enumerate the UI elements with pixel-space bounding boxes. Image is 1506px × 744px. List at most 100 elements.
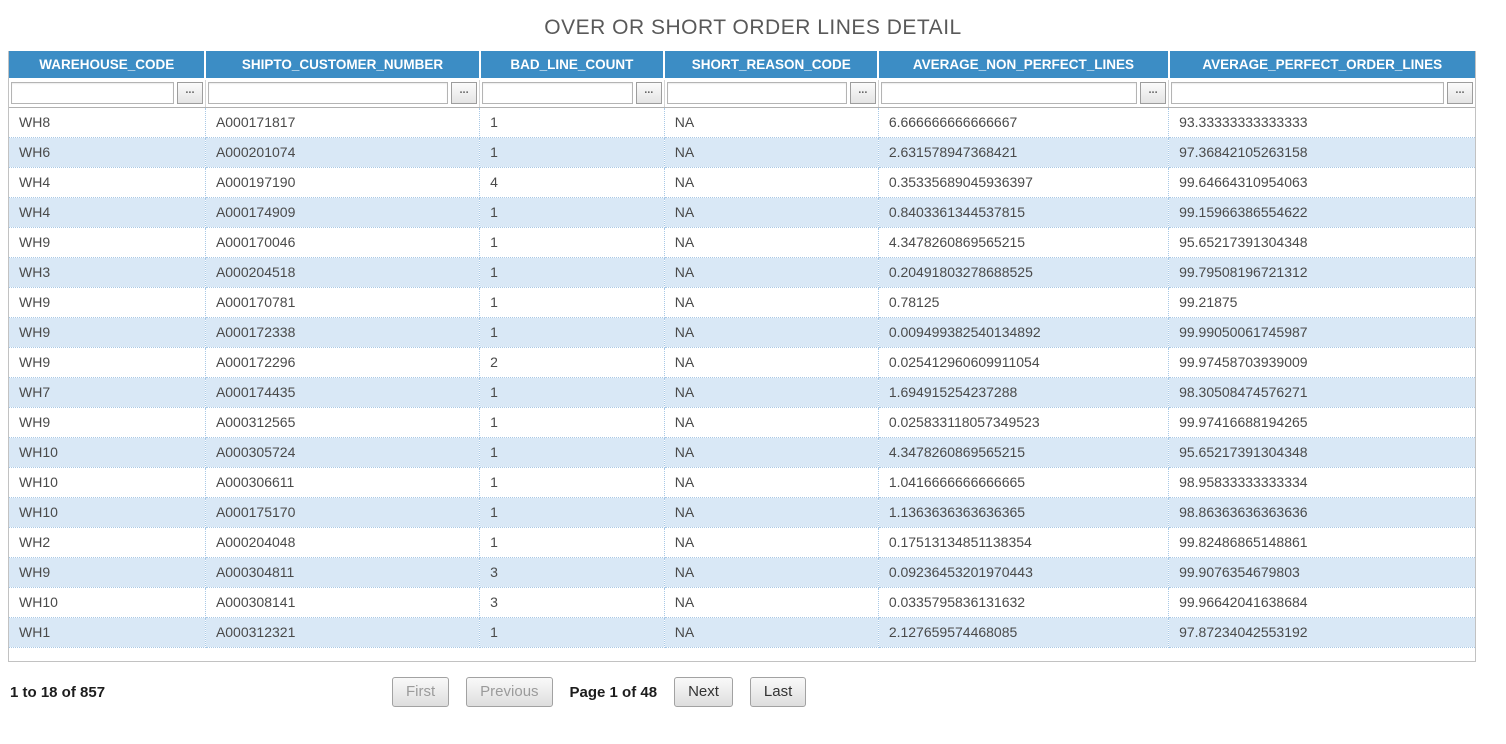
cell-warehouse_code: WH10 [9,498,205,528]
table-row: WH2A0002040481NA0.1751313485113835499.82… [9,528,1475,558]
cell-average_non_perfect_lines: 0.17513134851138354 [878,528,1168,558]
filter-cell-average_non_perfect_lines: ... [878,79,1168,108]
table-row: WH9A0001700461NA4.347826086956521595.652… [9,228,1475,258]
cell-average_perfect_order_lines: 99.15966386554622 [1169,198,1475,228]
cell-shipto_customer_number: A000172296 [205,348,479,378]
filter-options-button[interactable]: ... [1447,82,1473,104]
cell-bad_line_count: 4 [480,168,665,198]
cell-average_perfect_order_lines: 93.33333333333333 [1169,108,1475,138]
cell-warehouse_code: WH10 [9,468,205,498]
cell-short_reason_code: NA [664,408,878,438]
cell-bad_line_count: 3 [480,588,665,618]
cell-bad_line_count: 1 [480,108,665,138]
filter-cell-warehouse_code: ... [9,79,205,108]
filter-input-average_non_perfect_lines[interactable] [881,82,1137,104]
filter-input-warehouse_code[interactable] [11,82,174,104]
cell-average_non_perfect_lines: 0.009499382540134892 [878,318,1168,348]
page-indicator: Page 1 of 48 [570,684,658,701]
first-page-button[interactable]: First [392,677,449,707]
cell-shipto_customer_number: A000171817 [205,108,479,138]
filter-input-short_reason_code[interactable] [667,82,847,104]
cell-shipto_customer_number: A000312321 [205,618,479,648]
cell-short_reason_code: NA [664,468,878,498]
cell-short_reason_code: NA [664,438,878,468]
table-row: WH10A0003066111NA1.041666666666666598.95… [9,468,1475,498]
cell-average_perfect_order_lines: 97.36842105263158 [1169,138,1475,168]
record-range-label: 1 to 18 of 857 [10,684,392,701]
filter-cell-shipto_customer_number: ... [205,79,479,108]
table-body: WH8A0001718171NA6.66666666666666793.3333… [9,108,1475,648]
filter-cell-bad_line_count: ... [480,79,665,108]
filter-cell-average_perfect_order_lines: ... [1169,79,1475,108]
filter-options-button[interactable]: ... [636,82,662,104]
next-page-button[interactable]: Next [674,677,733,707]
table-row: WH9A0001723381NA0.00949938254013489299.9… [9,318,1475,348]
column-header-shipto_customer_number[interactable]: SHIPTO_CUSTOMER_NUMBER [205,51,479,79]
cell-average_perfect_order_lines: 98.86363636363636 [1169,498,1475,528]
cell-shipto_customer_number: A000197190 [205,168,479,198]
cell-shipto_customer_number: A000204518 [205,258,479,288]
cell-average_non_perfect_lines: 2.127659574468085 [878,618,1168,648]
table-row: WH8A0001718171NA6.66666666666666793.3333… [9,108,1475,138]
cell-bad_line_count: 1 [480,438,665,468]
cell-average_perfect_order_lines: 99.79508196721312 [1169,258,1475,288]
cell-short_reason_code: NA [664,588,878,618]
cell-warehouse_code: WH2 [9,528,205,558]
filter-options-button[interactable]: ... [850,82,876,104]
cell-shipto_customer_number: A000174909 [205,198,479,228]
cell-warehouse_code: WH10 [9,438,205,468]
column-header-average_perfect_order_lines[interactable]: AVERAGE_PERFECT_ORDER_LINES [1169,51,1475,79]
cell-warehouse_code: WH9 [9,228,205,258]
cell-warehouse_code: WH8 [9,108,205,138]
cell-short_reason_code: NA [664,558,878,588]
cell-average_non_perfect_lines: 1.1363636363636365 [878,498,1168,528]
filter-input-average_perfect_order_lines[interactable] [1171,82,1444,104]
cell-warehouse_code: WH7 [9,378,205,408]
cell-bad_line_count: 1 [480,198,665,228]
cell-warehouse_code: WH9 [9,408,205,438]
cell-shipto_customer_number: A000174435 [205,378,479,408]
cell-average_perfect_order_lines: 99.21875 [1169,288,1475,318]
cell-bad_line_count: 1 [480,468,665,498]
cell-average_non_perfect_lines: 6.666666666666667 [878,108,1168,138]
column-header-warehouse_code[interactable]: WAREHOUSE_CODE [9,51,205,79]
filter-options-button[interactable]: ... [1140,82,1166,104]
cell-short_reason_code: NA [664,258,878,288]
filter-options-button[interactable]: ... [451,82,477,104]
header-row: WAREHOUSE_CODESHIPTO_CUSTOMER_NUMBERBAD_… [9,51,1475,79]
cell-average_non_perfect_lines: 1.694915254237288 [878,378,1168,408]
cell-bad_line_count: 1 [480,318,665,348]
data-grid-container: WAREHOUSE_CODESHIPTO_CUSTOMER_NUMBERBAD_… [8,51,1476,662]
column-header-short_reason_code[interactable]: SHORT_REASON_CODE [664,51,878,79]
table-row: WH3A0002045181NA0.2049180327868852599.79… [9,258,1475,288]
filter-input-shipto_customer_number[interactable] [208,82,448,104]
cell-bad_line_count: 2 [480,348,665,378]
table-row: WH1A0003123211NA2.12765957446808597.8723… [9,618,1475,648]
column-header-bad_line_count[interactable]: BAD_LINE_COUNT [480,51,665,79]
cell-warehouse_code: WH3 [9,258,205,288]
cell-average_perfect_order_lines: 99.97458703939009 [1169,348,1475,378]
filter-options-button[interactable]: ... [177,82,203,104]
cell-short_reason_code: NA [664,288,878,318]
cell-average_non_perfect_lines: 0.20491803278688525 [878,258,1168,288]
previous-page-button[interactable]: Previous [466,677,552,707]
last-page-button[interactable]: Last [750,677,806,707]
cell-shipto_customer_number: A000175170 [205,498,479,528]
cell-average_perfect_order_lines: 98.30508474576271 [1169,378,1475,408]
cell-warehouse_code: WH9 [9,288,205,318]
cell-average_perfect_order_lines: 99.82486865148861 [1169,528,1475,558]
cell-average_perfect_order_lines: 95.65217391304348 [1169,228,1475,258]
table-row: WH10A0003081413NA0.033579583613163299.96… [9,588,1475,618]
filter-input-bad_line_count[interactable] [482,82,633,104]
cell-bad_line_count: 1 [480,618,665,648]
cell-average_non_perfect_lines: 0.35335689045936397 [878,168,1168,198]
cell-bad_line_count: 1 [480,528,665,558]
pagination-bar: 1 to 18 of 857 First Previous Page 1 of … [10,676,1506,708]
cell-shipto_customer_number: A000201074 [205,138,479,168]
cell-short_reason_code: NA [664,378,878,408]
table-row: WH9A0003048113NA0.0923645320197044399.90… [9,558,1475,588]
cell-average_perfect_order_lines: 97.87234042553192 [1169,618,1475,648]
cell-short_reason_code: NA [664,138,878,168]
column-header-average_non_perfect_lines[interactable]: AVERAGE_NON_PERFECT_LINES [878,51,1168,79]
cell-average_non_perfect_lines: 0.8403361344537815 [878,198,1168,228]
